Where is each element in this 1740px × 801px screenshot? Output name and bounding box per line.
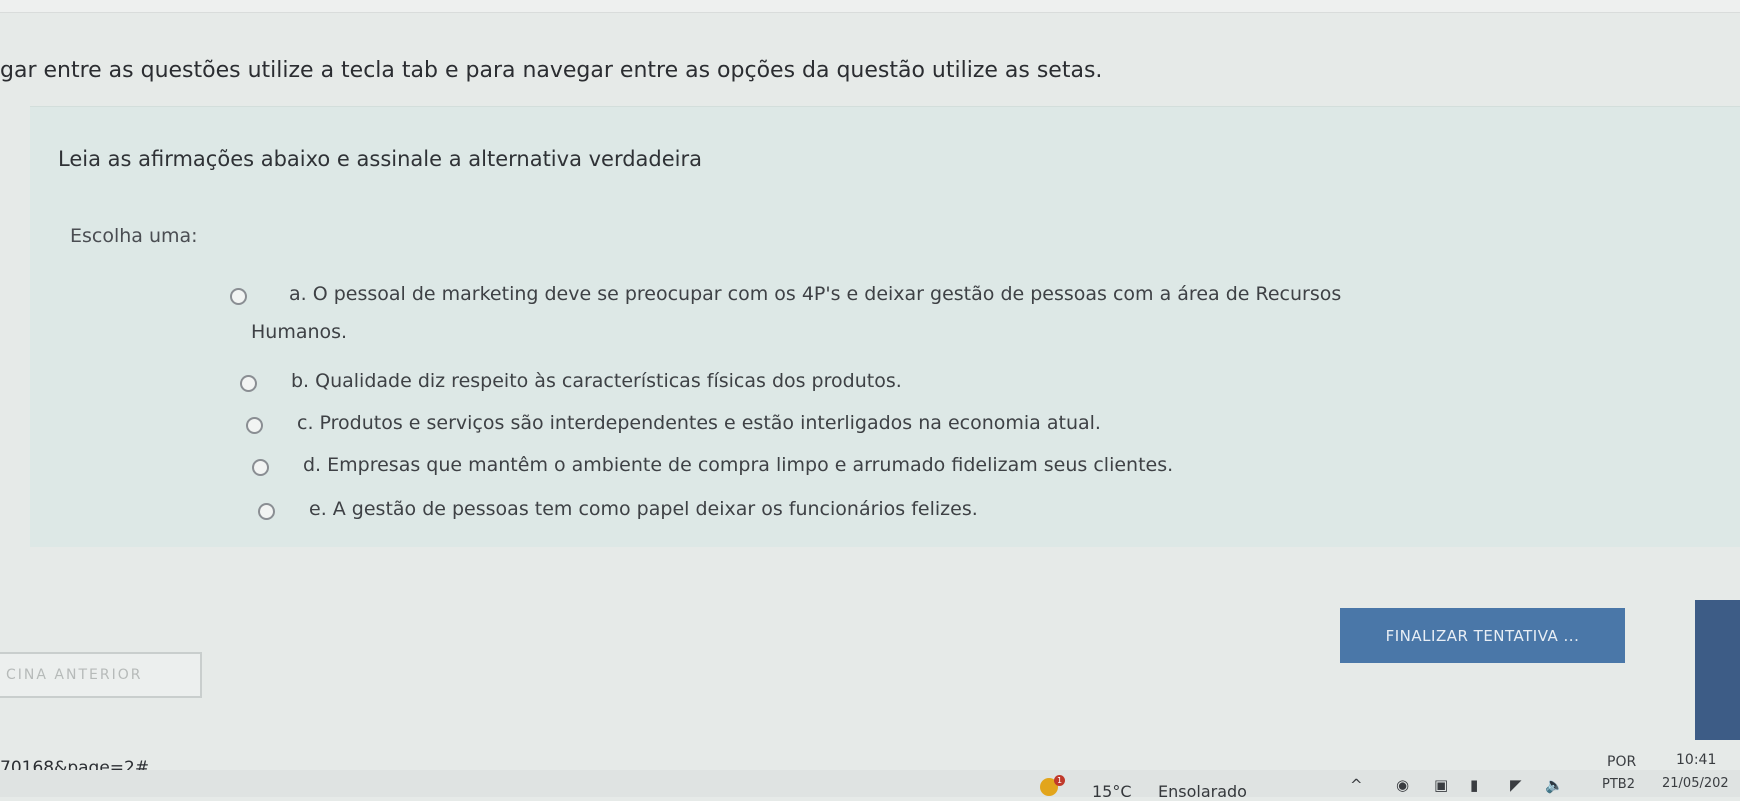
- option-a-line2: Humanos.: [251, 321, 348, 343]
- taskbar: [0, 770, 1740, 797]
- option-a-line1: a. O pessoal de marketing deve se preocu…: [289, 283, 1342, 305]
- chevron-up-icon[interactable]: ^: [1350, 776, 1363, 794]
- option-c-label: c. Produtos e serviços são interdependen…: [297, 412, 1101, 434]
- option-e-label: e. A gestão de pessoas tem como papel de…: [309, 498, 978, 520]
- question-text: Leia as afirmações abaixo e assinale a a…: [58, 147, 703, 171]
- weather-temperature[interactable]: 15°C: [1092, 782, 1132, 801]
- camera-icon[interactable]: ◉: [1396, 776, 1409, 794]
- radio-button-d[interactable]: [252, 459, 269, 476]
- finalize-attempt-button[interactable]: FINALIZAR TENTATIVA ...: [1340, 608, 1625, 663]
- weather-alert-badge: 1: [1054, 775, 1065, 786]
- display-icon[interactable]: ▣: [1434, 776, 1448, 794]
- speaker-icon[interactable]: 🔈: [1545, 776, 1564, 794]
- option-e[interactable]: e. A gestão de pessoas tem como papel de…: [258, 498, 978, 528]
- radio-button-c[interactable]: [246, 417, 263, 434]
- option-d-label: d. Empresas que mantêm o ambiente de com…: [303, 454, 1174, 476]
- option-a[interactable]: a. O pessoal de marketing deve se preocu…: [230, 283, 1649, 351]
- option-c[interactable]: c. Produtos e serviços são interdependen…: [246, 412, 1101, 442]
- side-accent-bar: [1695, 600, 1740, 740]
- option-d[interactable]: d. Empresas que mantêm o ambiente de com…: [252, 454, 1173, 484]
- option-b[interactable]: b. Qualidade diz respeito às característ…: [240, 370, 902, 400]
- choose-label: Escolha uma:: [70, 225, 198, 247]
- keyboard-instructions: gar entre as questões utilize a tecla ta…: [0, 58, 1103, 83]
- radio-button-e[interactable]: [258, 503, 275, 520]
- radio-button-a[interactable]: [230, 288, 247, 305]
- top-border: [0, 0, 1740, 13]
- language-indicator[interactable]: POR: [1607, 754, 1636, 770]
- option-b-label: b. Qualidade diz respeito às característ…: [291, 370, 902, 392]
- previous-page-button[interactable]: CINA ANTERIOR: [0, 652, 202, 698]
- network-icon[interactable]: ◤: [1510, 776, 1522, 794]
- radio-button-b[interactable]: [240, 375, 257, 392]
- battery-icon[interactable]: ▮: [1470, 776, 1478, 794]
- question-panel: Leia as afirmações abaixo e assinale a a…: [30, 106, 1740, 547]
- clock-date[interactable]: 21/05/202: [1662, 776, 1729, 791]
- keyboard-layout[interactable]: PTB2: [1602, 777, 1635, 792]
- weather-description[interactable]: Ensolarado: [1158, 782, 1247, 801]
- clock-time[interactable]: 10:41: [1676, 752, 1716, 768]
- option-a-label: a. O pessoal de marketing deve se preocu…: [251, 275, 1649, 351]
